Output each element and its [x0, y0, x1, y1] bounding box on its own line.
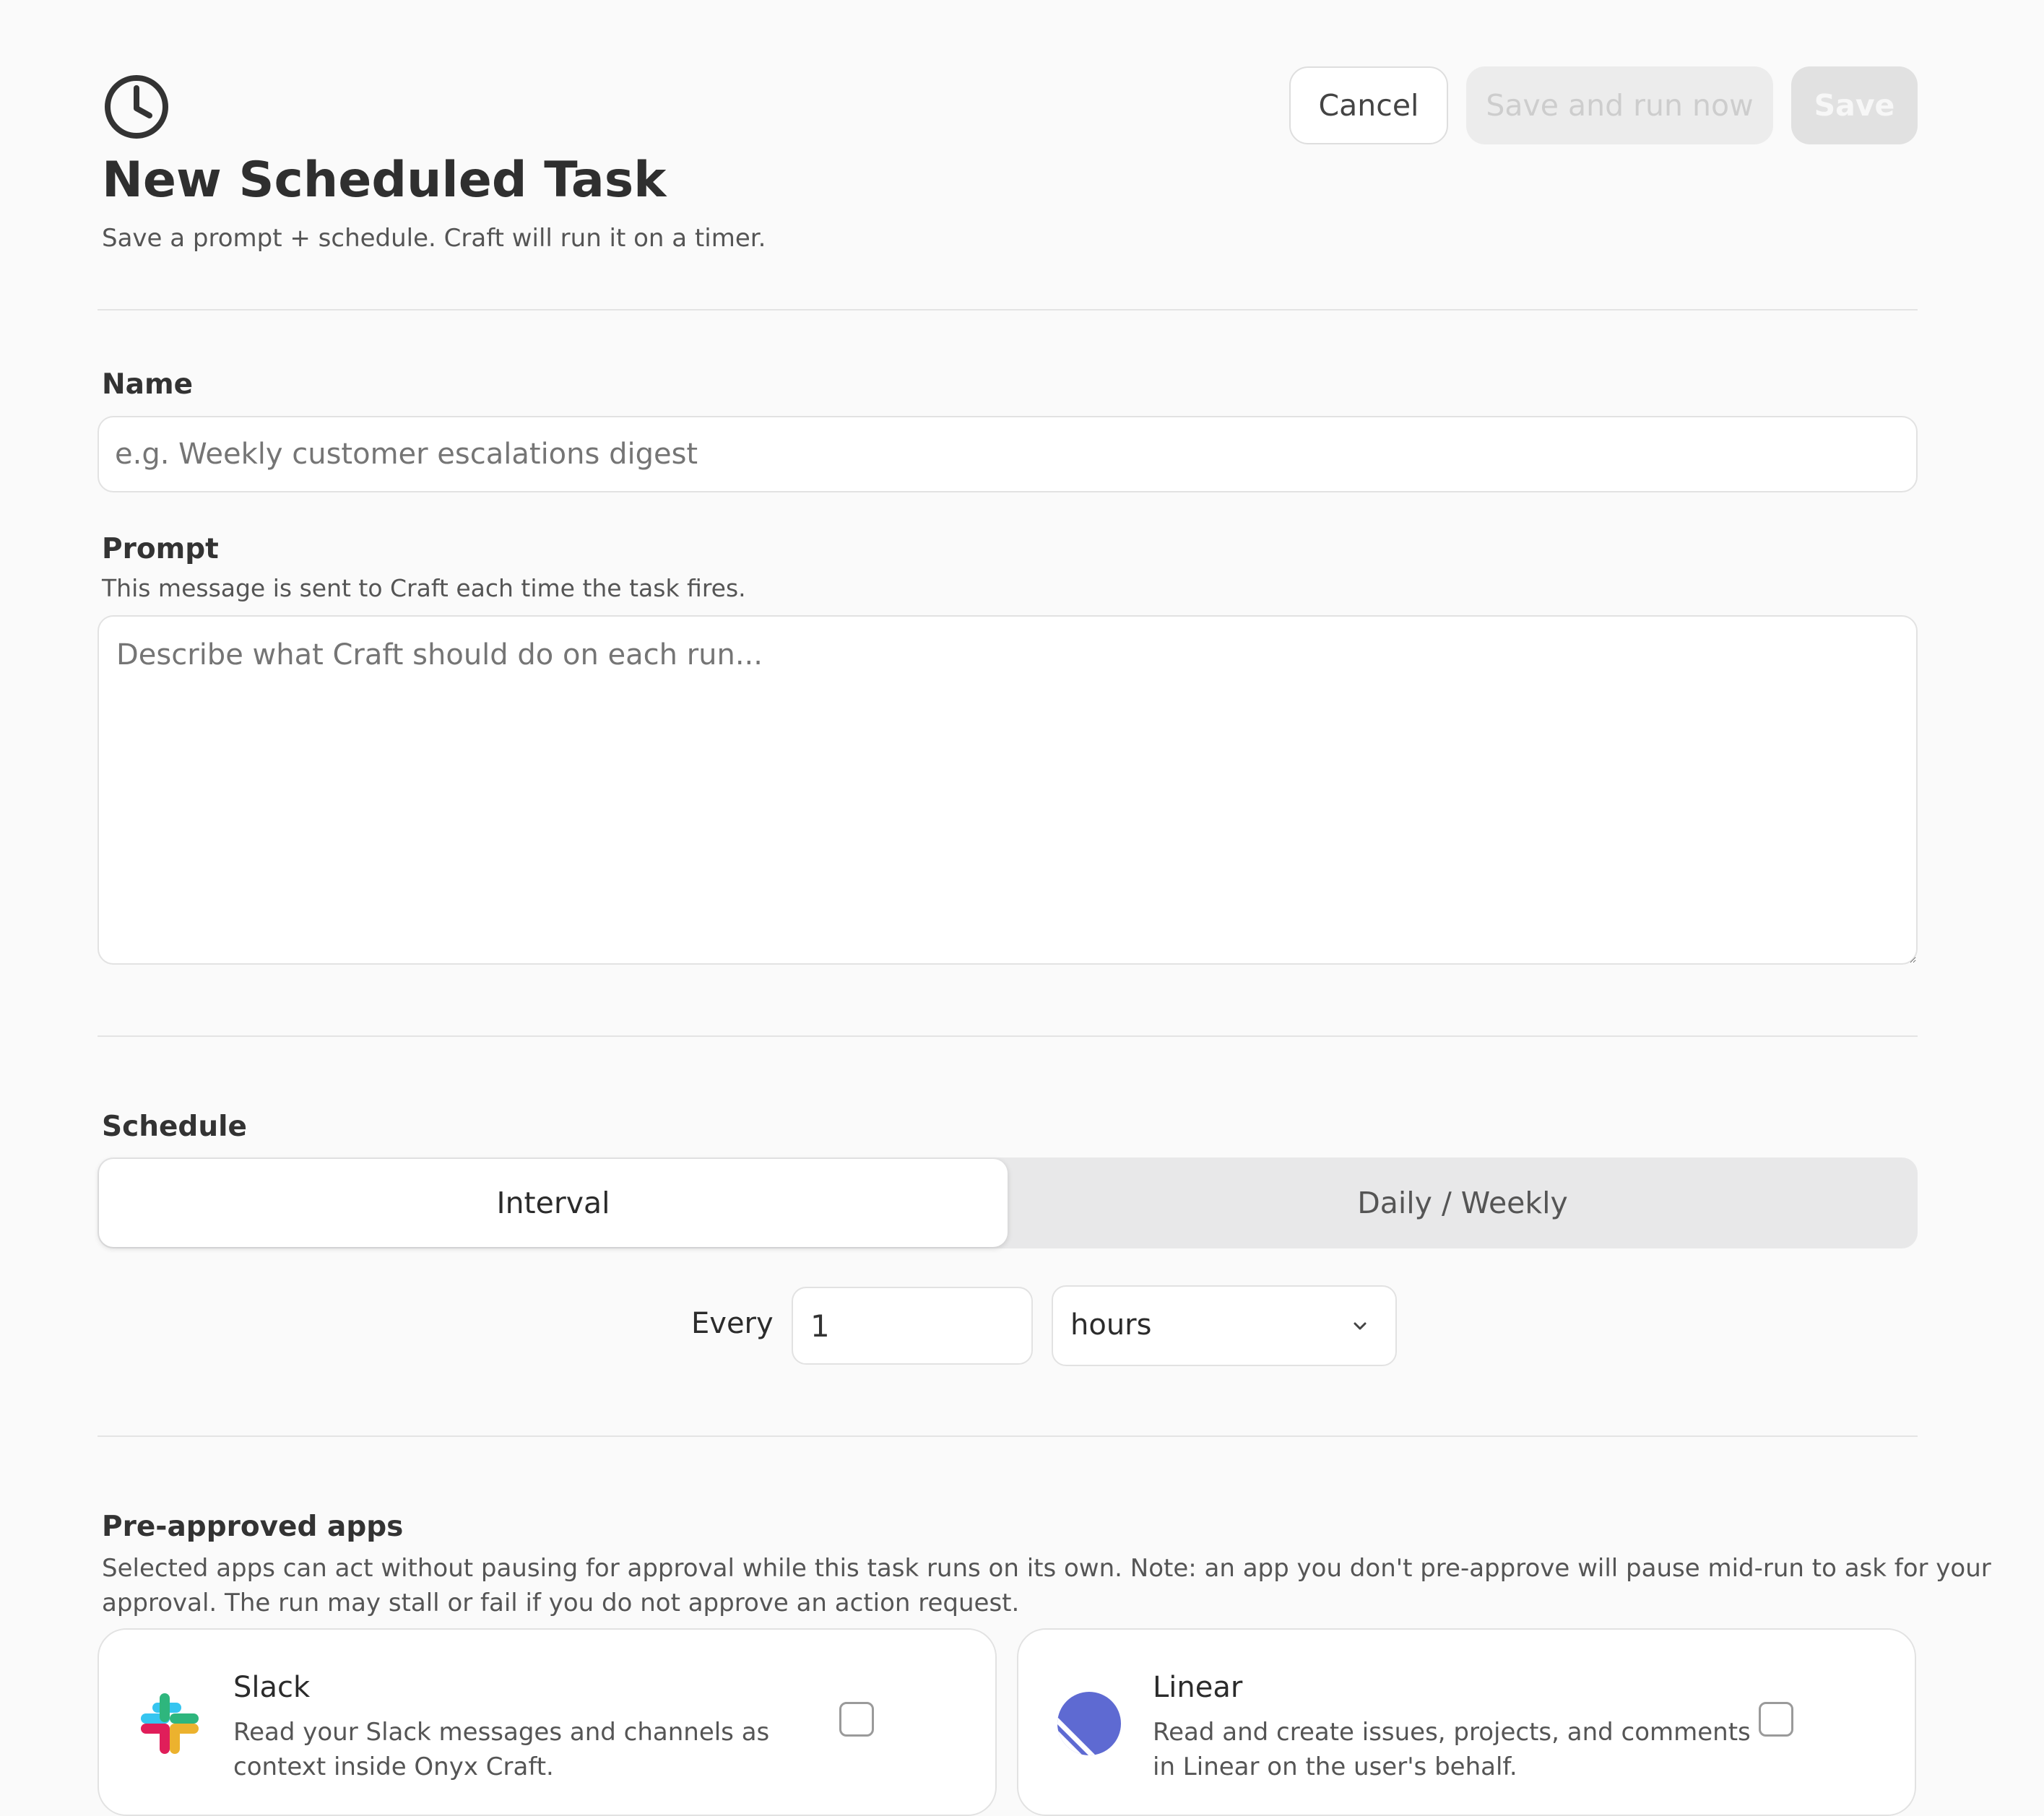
interval-value-input[interactable] [792, 1287, 1033, 1365]
tab-daily-weekly[interactable]: Daily / Weekly [1009, 1159, 1916, 1247]
every-label: Every [691, 1307, 774, 1340]
slack-icon [138, 1692, 202, 1755]
name-input[interactable] [98, 416, 1918, 492]
apps-label: Pre-approved apps [102, 1511, 404, 1543]
apps-help-line1: Selected apps can act without pausing fo… [102, 1554, 1991, 1583]
name-label: Name [102, 368, 194, 401]
app-checkbox-slack[interactable] [839, 1702, 874, 1737]
apps-help-line2: approval. The run may stall or fail if y… [102, 1589, 1020, 1617]
app-name: Slack [233, 1671, 311, 1704]
prompt-label: Prompt [102, 533, 219, 565]
schedule-segmented-control: Interval Daily / Weekly [98, 1157, 1918, 1248]
app-name: Linear [1153, 1671, 1243, 1704]
tab-interval[interactable]: Interval [99, 1159, 1008, 1247]
app-card-linear[interactable]: Linear Read and create issues, projects,… [1017, 1628, 1916, 1816]
save-button[interactable]: Save [1791, 66, 1918, 144]
cancel-button[interactable]: Cancel [1289, 66, 1448, 144]
app-checkbox-linear[interactable] [1759, 1702, 1793, 1737]
clock-icon [102, 72, 171, 142]
app-description: Read and create issues, projects, and co… [1153, 1718, 1751, 1781]
schedule-label: Schedule [102, 1111, 247, 1143]
linear-icon [1056, 1690, 1122, 1757]
save-and-run-button[interactable]: Save and run now [1466, 66, 1773, 144]
interval-unit-value: hours [1070, 1308, 1152, 1342]
divider [98, 1435, 1918, 1437]
prompt-textarea[interactable] [98, 615, 1918, 965]
divider [98, 309, 1918, 310]
interval-unit-select[interactable]: hours [1052, 1285, 1397, 1366]
chevron-down-icon [1349, 1316, 1371, 1337]
page-title: New Scheduled Task [102, 152, 667, 209]
prompt-help: This message is sent to Craft each time … [102, 574, 746, 602]
app-card-slack[interactable]: Slack Read your Slack messages and chann… [98, 1628, 997, 1816]
divider [98, 1035, 1918, 1037]
app-description: Read your Slack messages and channels as… [233, 1718, 770, 1781]
page-subtitle: Save a prompt + schedule. Craft will run… [102, 224, 766, 253]
